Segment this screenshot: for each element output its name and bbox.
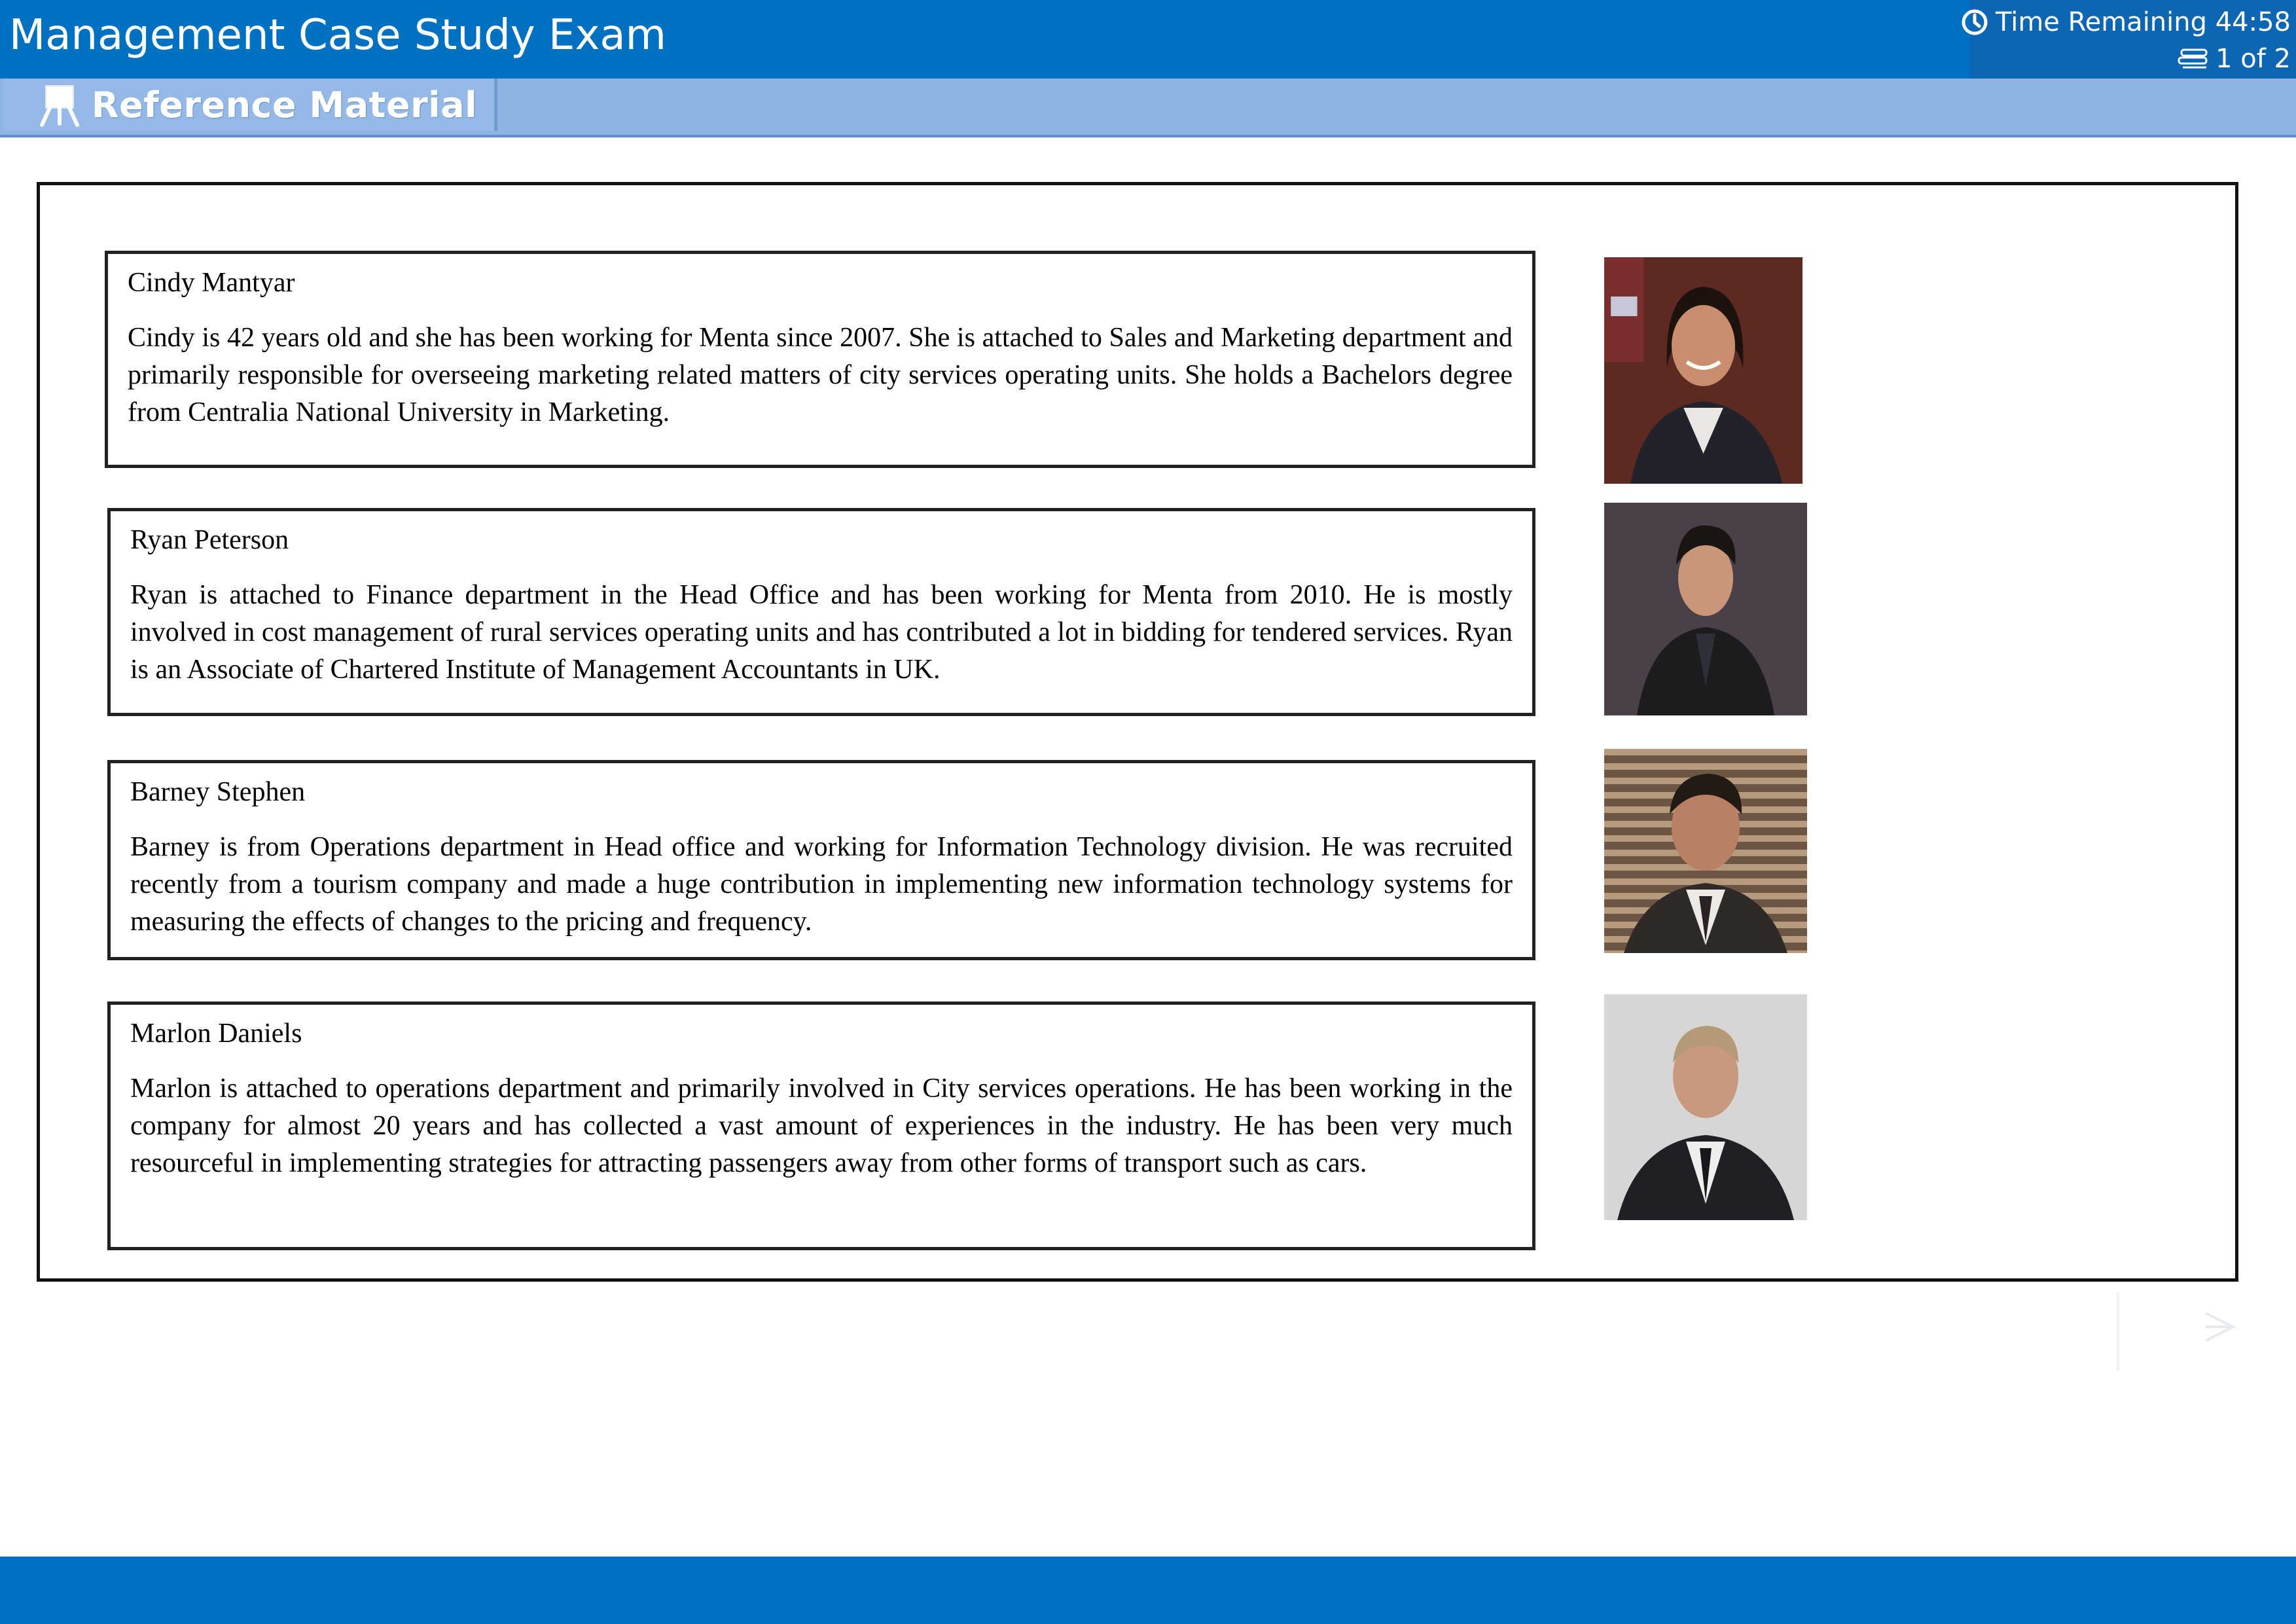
time-remaining: Time Remaining 44:58 bbox=[1996, 7, 2291, 37]
profile-photo-marlon bbox=[1604, 994, 1807, 1220]
profile-name: Marlon Daniels bbox=[130, 1019, 302, 1049]
clock-icon bbox=[1962, 9, 1988, 35]
reference-material-button[interactable]: Reference Material bbox=[3, 79, 497, 131]
profile-bio: Marlon is attached to operations departm… bbox=[130, 1074, 1513, 1178]
chevron-right-icon[interactable] bbox=[2197, 1304, 2242, 1350]
exam-header: Management Case Study Exam Time Remainin… bbox=[0, 0, 2296, 79]
profile-card-ryan: Ryan Peterson Ryan is attached to Financ… bbox=[107, 508, 1535, 716]
timer: Time Remaining 44:58 bbox=[1960, 8, 2291, 37]
profile-card-marlon: Marlon Daniels Marlon is attached to ope… bbox=[107, 1001, 1535, 1250]
profile-name: Ryan Peterson bbox=[130, 525, 289, 555]
status-panel: Time Remaining 44:58 1 of 2 bbox=[1962, 0, 2296, 79]
profile-bio: Ryan is attached to Finance department i… bbox=[130, 580, 1513, 685]
nav-divider bbox=[2117, 1292, 2119, 1371]
exam-footer bbox=[0, 1557, 2296, 1624]
next-page-control bbox=[2111, 1291, 2249, 1373]
profile-photo-ryan bbox=[1604, 503, 1807, 715]
profile-card-barney: Barney Stephen Barney is from Operations… bbox=[107, 760, 1535, 960]
profile-photo-barney bbox=[1604, 749, 1807, 953]
pages-icon bbox=[2178, 48, 2208, 69]
page-count: 1 of 2 bbox=[2215, 44, 2291, 74]
profile-card-cindy: Cindy Mantyar Cindy is 42 years old and … bbox=[105, 251, 1535, 468]
exam-title: Management Case Study Exam bbox=[9, 11, 666, 60]
profile-photo-cindy bbox=[1604, 257, 1803, 484]
profile-bio: Barney is from Operations department in … bbox=[130, 832, 1513, 937]
profile-bio: Cindy is 42 years old and she has been w… bbox=[128, 323, 1513, 427]
profile-name: Barney Stephen bbox=[130, 777, 306, 807]
toolbar: Reference Material bbox=[0, 79, 2296, 137]
reference-material-label: Reference Material bbox=[92, 84, 478, 126]
page-indicator: 1 of 2 bbox=[2176, 46, 2291, 72]
profile-name: Cindy Mantyar bbox=[128, 268, 295, 298]
easel-icon bbox=[40, 85, 79, 127]
